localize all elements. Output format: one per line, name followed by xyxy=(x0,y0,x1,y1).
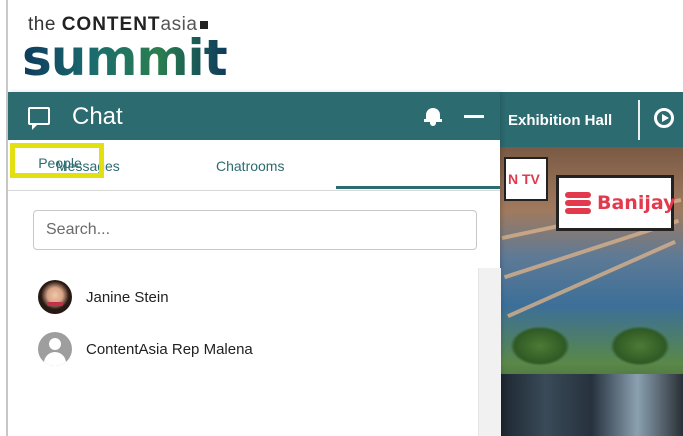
palm-tree xyxy=(510,326,570,366)
tab-chatrooms[interactable]: Chatrooms xyxy=(216,158,284,174)
summit-logo: the CONTENTasia summit xyxy=(22,8,262,86)
chat-tabs: Messages Chatrooms People xyxy=(8,140,500,191)
banijay-logo-icon xyxy=(565,192,591,214)
chat-panel: Chat Messages Chatrooms People Janine St… xyxy=(8,92,501,436)
person-name: Janine Stein xyxy=(86,289,169,306)
chat-title: Chat xyxy=(72,103,123,130)
palm-tree xyxy=(610,326,670,366)
booth-screen-banijay[interactable]: Banijay xyxy=(556,175,676,231)
exhibition-hall-scene[interactable]: N TV Banijay xyxy=(500,147,683,436)
logo-summit: summit xyxy=(22,29,228,87)
banijay-label: Banijay xyxy=(597,192,676,214)
booth-tv-label: N TV xyxy=(508,171,540,187)
booth-screen-tv[interactable]: N TV xyxy=(504,157,548,201)
chat-bubble-icon xyxy=(28,107,50,130)
tab-people-label: People xyxy=(38,155,82,171)
person-name: ContentAsia Rep Malena xyxy=(86,341,253,358)
search-input[interactable] xyxy=(33,210,477,250)
nav-divider xyxy=(638,100,640,140)
default-avatar-icon xyxy=(38,332,72,366)
bell-icon[interactable] xyxy=(424,106,442,126)
booth-posters xyxy=(500,374,683,436)
play-icon[interactable] xyxy=(654,108,674,128)
chat-header: Chat xyxy=(8,92,500,140)
scrollbar[interactable] xyxy=(478,268,501,436)
logo-square-icon xyxy=(200,20,209,29)
list-item[interactable]: Janine Stein xyxy=(38,280,458,316)
list-item[interactable]: ContentAsia Rep Malena xyxy=(38,332,458,368)
roof-beam xyxy=(507,239,676,319)
exhibition-nav-bar: Exhibition Hall xyxy=(500,92,683,147)
active-tab-underline xyxy=(336,186,500,189)
tab-people[interactable]: People xyxy=(8,140,112,188)
exhibition-hall-link[interactable]: Exhibition Hall xyxy=(508,112,612,129)
avatar xyxy=(38,280,72,314)
minimize-icon[interactable] xyxy=(464,115,484,118)
